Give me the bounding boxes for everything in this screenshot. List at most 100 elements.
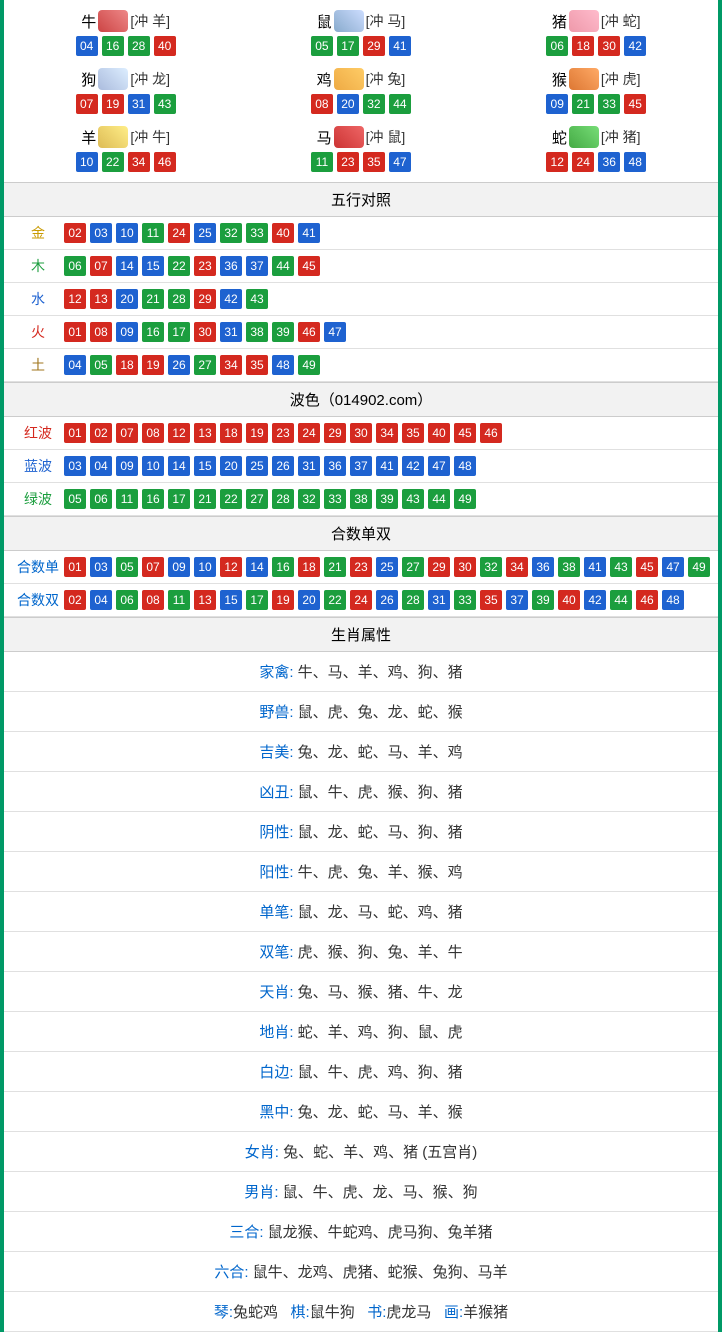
number-ball: 02 — [64, 590, 86, 610]
number-ball: 19 — [272, 590, 294, 610]
number-ball: 30 — [454, 557, 476, 577]
attr-rows: 家禽: 牛、马、羊、鸡、狗、猪野兽: 鼠、虎、兔、龙、蛇、猴吉美: 兔、龙、蛇、… — [4, 652, 718, 1292]
number-ball: 04 — [64, 355, 86, 375]
number-ball: 18 — [298, 557, 320, 577]
number-ball: 01 — [64, 557, 86, 577]
number-ball: 23 — [194, 256, 216, 276]
footer-text: 虎龙马 — [386, 1304, 431, 1321]
attr-row: 白边: 鼠、牛、虎、鸡、狗、猪 — [4, 1052, 718, 1092]
attr-row: 天肖: 兔、马、猴、猪、牛、龙 — [4, 972, 718, 1012]
number-ball: 39 — [532, 590, 554, 610]
number-ball: 16 — [272, 557, 294, 577]
attr-row: 单笔: 鼠、龙、马、蛇、鸡、猪 — [4, 892, 718, 932]
number-ball: 39 — [376, 489, 398, 509]
bose-header: 波色（014902.com） — [4, 382, 718, 417]
zodiac-title: 牛[冲 羊] — [8, 10, 243, 32]
zodiac-clash: [冲 蛇] — [601, 11, 641, 31]
attr-label: 凶丑: — [259, 784, 297, 801]
number-ball: 26 — [272, 456, 294, 476]
number-ball: 35 — [363, 152, 385, 172]
number-ball: 16 — [142, 322, 164, 342]
attr-label: 地肖: — [259, 1024, 297, 1041]
data-row: 土04051819262734354849 — [4, 349, 718, 382]
number-ball: 36 — [532, 557, 554, 577]
number-ball: 01 — [64, 423, 86, 443]
number-ball: 28 — [168, 289, 190, 309]
heshu-rows: 合数单0103050709101214161821232527293032343… — [4, 551, 718, 617]
number-ball: 19 — [142, 355, 164, 375]
row-label: 绿波 — [12, 489, 64, 509]
zodiac-name: 狗 — [81, 69, 96, 90]
number-ball: 12 — [220, 557, 242, 577]
footer-text: 鼠牛狗 — [310, 1304, 355, 1321]
zodiac-balls: 08203244 — [243, 94, 478, 114]
zodiac-clash: [冲 马] — [366, 11, 406, 31]
number-ball: 38 — [246, 322, 268, 342]
attr-row: 吉美: 兔、龙、蛇、马、羊、鸡 — [4, 732, 718, 772]
number-ball: 28 — [402, 590, 424, 610]
row-balls: 0102070812131819232429303435404546 — [64, 423, 502, 443]
number-ball: 11 — [142, 223, 164, 243]
number-ball: 46 — [154, 152, 176, 172]
data-row: 水1213202128294243 — [4, 283, 718, 316]
number-ball: 36 — [220, 256, 242, 276]
number-ball: 41 — [376, 456, 398, 476]
number-ball: 44 — [428, 489, 450, 509]
number-ball: 37 — [506, 590, 528, 610]
number-ball: 17 — [168, 489, 190, 509]
number-ball: 42 — [220, 289, 242, 309]
attr-text: 鼠、龙、蛇、马、狗、猪 — [298, 824, 463, 841]
attr-row: 地肖: 蛇、羊、鸡、狗、鼠、虎 — [4, 1012, 718, 1052]
number-ball: 46 — [480, 423, 502, 443]
zodiac-name: 鼠 — [317, 11, 332, 32]
zodiac-clash: [冲 牛] — [130, 127, 170, 147]
zodiac-name: 猪 — [552, 11, 567, 32]
zodiac-balls: 11233547 — [243, 152, 478, 172]
row-label: 水 — [12, 289, 64, 309]
wuxing-rows: 金02031011242532334041木060714152223363744… — [4, 217, 718, 382]
number-ball: 45 — [298, 256, 320, 276]
number-ball: 04 — [90, 590, 112, 610]
zodiac-icon — [98, 68, 128, 90]
attr-row: 男肖: 鼠、牛、虎、龙、马、猴、狗 — [4, 1172, 718, 1212]
number-ball: 47 — [428, 456, 450, 476]
zodiac-balls: 12243648 — [479, 152, 714, 172]
data-row: 木06071415222336374445 — [4, 250, 718, 283]
row-balls: 06071415222336374445 — [64, 256, 320, 276]
number-ball: 09 — [116, 322, 138, 342]
number-ball: 41 — [298, 223, 320, 243]
attr-text: 兔、龙、蛇、马、羊、鸡 — [298, 744, 463, 761]
attr-text: 蛇、羊、鸡、狗、鼠、虎 — [298, 1024, 463, 1041]
number-ball: 48 — [624, 152, 646, 172]
attr-label: 男肖: — [244, 1184, 282, 1201]
attr-text: 牛、马、羊、鸡、狗、猪 — [298, 664, 463, 681]
zodiac-cell: 鼠[冲 马]05172941 — [243, 4, 478, 62]
zodiac-icon — [98, 10, 128, 32]
number-ball: 26 — [168, 355, 190, 375]
number-ball: 07 — [116, 423, 138, 443]
attr-text: 鼠、龙、马、蛇、鸡、猪 — [298, 904, 463, 921]
zodiac-cell: 蛇[冲 猪]12243648 — [479, 120, 714, 178]
number-ball: 10 — [142, 456, 164, 476]
number-ball: 48 — [272, 355, 294, 375]
number-ball: 08 — [142, 590, 164, 610]
attr-text: 鼠牛、龙鸡、虎猪、蛇猴、兔狗、马羊 — [253, 1264, 508, 1281]
number-ball: 45 — [454, 423, 476, 443]
number-ball: 34 — [506, 557, 528, 577]
zodiac-name: 马 — [317, 127, 332, 148]
number-ball: 24 — [572, 152, 594, 172]
row-balls: 0108091617303138394647 — [64, 322, 346, 342]
number-ball: 43 — [610, 557, 632, 577]
number-ball: 17 — [246, 590, 268, 610]
zodiac-icon — [334, 68, 364, 90]
number-ball: 40 — [558, 590, 580, 610]
number-ball: 09 — [168, 557, 190, 577]
attr-row: 三合: 鼠龙猴、牛蛇鸡、虎马狗、兔羊猪 — [4, 1212, 718, 1252]
number-ball: 16 — [142, 489, 164, 509]
zodiac-name: 羊 — [81, 127, 96, 148]
number-ball: 08 — [142, 423, 164, 443]
number-ball: 29 — [428, 557, 450, 577]
attr-row: 六合: 鼠牛、龙鸡、虎猪、蛇猴、兔狗、马羊 — [4, 1252, 718, 1292]
zodiac-title: 羊 [冲 牛] — [8, 126, 243, 148]
number-ball: 44 — [610, 590, 632, 610]
